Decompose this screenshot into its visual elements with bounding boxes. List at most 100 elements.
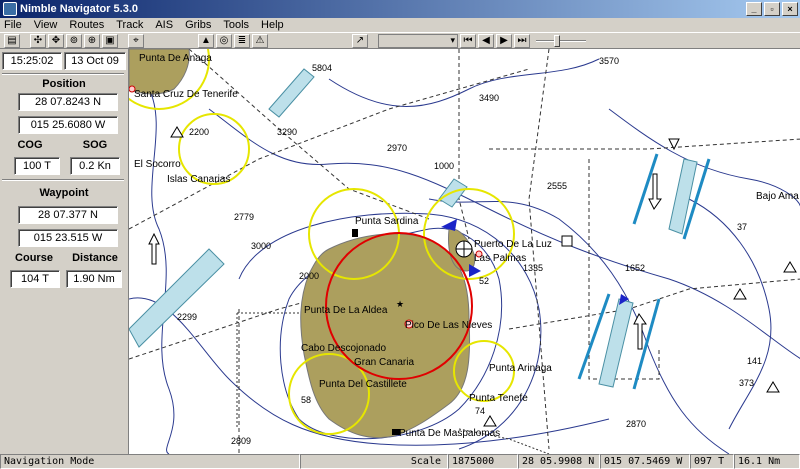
depth-label: 2870 xyxy=(626,419,646,429)
chart-view[interactable]: ★ Punta De Anaga Santa Cruz De Tenerife … xyxy=(128,49,800,454)
sidebar: 15:25:02 13 Oct 09 Position 28 07.8243 N… xyxy=(0,49,128,454)
label-gran-canaria: Gran Canaria xyxy=(354,357,414,368)
label-anaga: Punta De Anaga xyxy=(139,53,212,64)
waypoint-label: Waypoint xyxy=(39,187,89,199)
center-icon[interactable]: ⊕ xyxy=(84,33,100,48)
minimize-button[interactable]: _ xyxy=(746,2,762,16)
boundary-line xyxy=(458,49,470,240)
time-slider[interactable] xyxy=(536,34,586,47)
menu-view[interactable]: View xyxy=(34,18,58,32)
depth-label: 373 xyxy=(739,378,754,388)
sidebar-toggle-icon[interactable]: ▤ xyxy=(4,33,20,48)
layer-select[interactable] xyxy=(378,33,458,48)
toolbar: ▤ ✣ ✥ ⊚ ⊕ ▣ ⌖ ▲ ◎ ≣ ⚠ ↗ ⏮ ◀ ▶ ⏭ xyxy=(0,32,800,49)
scale-label: Scale xyxy=(300,454,448,469)
menu-file[interactable]: File xyxy=(4,18,22,32)
depth-contour xyxy=(328,58,600,107)
radar-icon[interactable]: ◎ xyxy=(216,33,232,48)
cursor-longitude: 015 07.5469 W xyxy=(600,454,690,469)
direction-arrow xyxy=(148,232,160,265)
mode-status: Navigation Mode xyxy=(0,454,300,469)
window-title: Nimble Navigator 5.3.0 xyxy=(20,3,138,15)
depth-label: 5804 xyxy=(312,63,332,73)
label-tenefe: Punta Tenefe xyxy=(469,393,528,404)
menu-tools[interactable]: Tools xyxy=(223,18,249,32)
back-icon[interactable]: ◀ xyxy=(478,33,494,48)
forward-icon[interactable]: ▶ xyxy=(496,33,512,48)
summit-marker: ★ xyxy=(396,299,404,309)
sog-label: SOG xyxy=(82,139,108,151)
menu-gribs[interactable]: Gribs xyxy=(185,18,211,32)
depth-label: 52 xyxy=(479,276,489,286)
menu-ais[interactable]: AIS xyxy=(155,18,173,32)
status-bar: Navigation Mode Scale 1875000 28 05.9908… xyxy=(0,454,800,469)
label-aldea: Punta De La Aldea xyxy=(304,305,388,316)
title-bar: Nimble Navigator 5.3.0 _ ▫ × xyxy=(0,0,800,18)
depth-label: 141 xyxy=(747,356,762,366)
depth-label: 74 xyxy=(475,406,485,416)
cursor-bearing: 097 T xyxy=(690,454,734,469)
latitude-display: 28 07.8243 N xyxy=(18,93,118,111)
label-maspalomas: Punta De Maspalomas xyxy=(399,428,500,439)
scale-value: 1875000 xyxy=(448,454,518,469)
label-palmas: Las Palmas xyxy=(474,253,526,264)
log-icon[interactable]: ≣ xyxy=(234,33,250,48)
cursor-range: 16.1 Nm xyxy=(734,454,800,469)
label-arinaga: Punta Arinaga xyxy=(489,363,552,374)
danger-triangle-icon xyxy=(783,261,797,273)
depth-label: 2809 xyxy=(231,436,251,446)
direction-arrow xyxy=(648,173,662,210)
close-button[interactable]: × xyxy=(782,2,798,16)
cursor-latitude: 28 05.9908 N xyxy=(518,454,600,469)
depth-label: 2200 xyxy=(189,127,209,137)
label-luz: Puerto De La Luz xyxy=(474,239,552,250)
contour-label: 2000 xyxy=(299,271,319,281)
zoom-out-icon[interactable]: ✥ xyxy=(48,33,64,48)
crosshair-icon[interactable]: ⌖ xyxy=(128,33,144,48)
zoom-in-icon[interactable]: ✣ xyxy=(30,33,46,48)
info-icon xyxy=(561,235,573,247)
waypoint-longitude: 015 23.515 W xyxy=(18,229,118,247)
danger-triangle-icon xyxy=(483,415,497,427)
depth-label: 1652 xyxy=(625,263,645,273)
depth-contour xyxy=(208,108,800,359)
danger-triangle-icon xyxy=(733,288,747,300)
label-nieves: Pico De Las Nieves xyxy=(405,320,492,331)
divider xyxy=(2,73,124,75)
contour-label: 3000 xyxy=(251,241,271,251)
position-label: Position xyxy=(42,78,86,90)
depth-label: 3290 xyxy=(277,127,297,137)
depth-contour xyxy=(688,198,772,430)
cog-label: COG xyxy=(17,139,43,151)
target-icon[interactable]: ⊚ xyxy=(66,33,82,48)
warning-icon[interactable]: ⚠ xyxy=(252,33,268,48)
chart-icon[interactable]: ▣ xyxy=(102,33,118,48)
depth-label: 3570 xyxy=(599,56,619,66)
maximize-button[interactable]: ▫ xyxy=(764,2,780,16)
last-icon[interactable]: ⏭ xyxy=(514,33,530,48)
label-castillete: Punta Del Castillete xyxy=(319,379,407,390)
sog-display: 0.2 Kn xyxy=(70,157,120,175)
depth-label: 58 xyxy=(301,395,311,405)
depth-label: 2299 xyxy=(177,312,197,322)
menu-help[interactable]: Help xyxy=(261,18,284,32)
distance-label: Distance xyxy=(72,252,118,264)
nautical-chart[interactable]: ★ Punta De Anaga Santa Cruz De Tenerife … xyxy=(129,49,800,454)
longitude-display: 015 25.6080 W xyxy=(18,116,118,134)
cog-display: 100 T xyxy=(14,157,60,175)
label-sardina: Punta Sardina xyxy=(355,216,419,227)
depth-label: 2970 xyxy=(387,143,407,153)
menu-track[interactable]: Track xyxy=(116,18,143,32)
first-icon[interactable]: ⏮ xyxy=(460,33,476,48)
menu-routes[interactable]: Routes xyxy=(69,18,104,32)
boat-icon[interactable]: ▲ xyxy=(198,33,214,48)
slider-thumb[interactable] xyxy=(554,34,560,47)
label-baja: Bajo Ama xyxy=(756,191,799,202)
boundary-line xyxy=(508,278,800,330)
depth-label: 37 xyxy=(737,222,747,232)
gran-canaria-land xyxy=(300,233,471,439)
depth-label: 1335 xyxy=(523,263,543,273)
date-display: 13 Oct 09 xyxy=(64,52,126,70)
distance-display: 1.90 Nm xyxy=(66,270,122,288)
route-tool-icon[interactable]: ↗ xyxy=(352,33,368,48)
